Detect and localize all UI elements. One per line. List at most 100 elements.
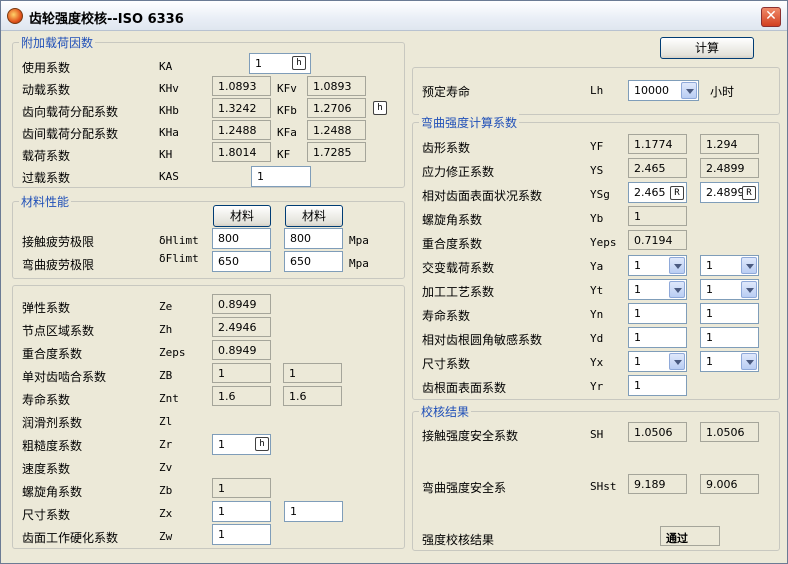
label: 加工工艺系数 <box>422 285 495 299</box>
label: 弹性系数 <box>22 301 71 315</box>
label: 交变载荷系数 <box>422 261 495 275</box>
label: 强度校核结果 <box>422 533 495 547</box>
alt-2-select[interactable]: 1 <box>700 255 759 276</box>
calculate-button[interactable]: 计算 <box>660 37 754 59</box>
label: 齿间载荷分配系数 <box>22 127 119 141</box>
value-field: 1.1774 <box>628 134 687 154</box>
bending-limit-2-input[interactable]: 650 <box>284 251 343 272</box>
overload-input[interactable]: 1 <box>251 166 311 187</box>
selected-value: 1 <box>706 259 713 272</box>
material-button-2[interactable]: 材料 <box>285 205 343 227</box>
selected-value: 10000 <box>634 84 669 97</box>
group-title: 材料性能 <box>19 193 72 210</box>
group-title: 弯曲强度计算系数 <box>419 114 520 131</box>
size-2-select[interactable]: 1 <box>700 351 759 372</box>
close-button[interactable]: ✕ <box>761 7 781 27</box>
root-input[interactable]: 1 <box>628 375 687 396</box>
symbol: YS <box>590 164 604 177</box>
symbol: Ze <box>159 300 173 313</box>
contact-limit-1-input[interactable]: 800 <box>212 228 271 249</box>
symbol: KHa <box>159 126 179 139</box>
selected-value: 1 <box>634 259 641 272</box>
symbol: KFv <box>277 82 297 95</box>
selected-value: 1 <box>706 355 713 368</box>
label: 速度系数 <box>22 462 71 476</box>
chevron-down-icon[interactable] <box>741 353 757 370</box>
size-1-select[interactable]: 1 <box>628 351 687 372</box>
size-2-input[interactable]: 1 <box>284 501 343 522</box>
label: 使用系数 <box>22 61 71 75</box>
life-2-input[interactable]: 1 <box>700 303 759 324</box>
chevron-down-icon[interactable] <box>741 257 757 274</box>
chevron-down-icon[interactable] <box>669 281 685 298</box>
value-field: 2.4946 <box>212 317 271 337</box>
reset-button[interactable]: R <box>670 186 684 200</box>
material-button-1[interactable]: 材料 <box>213 205 271 227</box>
life-select[interactable]: 10000 <box>628 80 699 101</box>
value-field: 1 <box>212 363 271 383</box>
group-title: 校核结果 <box>419 403 472 420</box>
value-field: 1 <box>212 478 271 498</box>
label: 润滑剂系数 <box>22 416 83 430</box>
label: 预定寿命 <box>422 85 471 99</box>
symbol: δHlimt <box>159 234 199 247</box>
label: 尺寸系数 <box>22 508 71 522</box>
unit: Mpa <box>349 257 369 270</box>
chevron-down-icon[interactable] <box>741 281 757 298</box>
value-field: 1.3242 <box>212 98 271 118</box>
life-1-input[interactable]: 1 <box>628 303 687 324</box>
reset-button[interactable]: R <box>742 186 756 200</box>
symbol: Yr <box>590 380 604 393</box>
value-field: 1.2488 <box>212 120 271 140</box>
symbol: KHv <box>159 82 179 95</box>
size-1-input[interactable]: 1 <box>212 501 271 522</box>
chevron-down-icon[interactable] <box>669 257 685 274</box>
symbol: Ya <box>590 260 604 273</box>
title-bar[interactable]: 齿轮强度校核--ISO 6336 ✕ <box>1 1 787 31</box>
notch-2-input[interactable]: 1 <box>700 327 759 348</box>
notch-1-input[interactable]: 1 <box>628 327 687 348</box>
value-field: 1 <box>628 206 687 226</box>
label: 齿面工作硬化系数 <box>22 531 119 545</box>
symbol: Zl <box>159 415 173 428</box>
value-field: 0.8949 <box>212 294 271 314</box>
help-button[interactable]: h <box>292 56 306 70</box>
proc-2-select[interactable]: 1 <box>700 279 759 300</box>
value-field: 1 <box>283 363 342 383</box>
selected-value: 1 <box>634 355 641 368</box>
symbol: Zx <box>159 507 173 520</box>
symbol: ZB <box>159 369 173 382</box>
symbol: Zb <box>159 484 173 497</box>
label: 齿形系数 <box>422 141 471 155</box>
chevron-down-icon[interactable] <box>681 82 697 99</box>
symbol: Yx <box>590 356 604 369</box>
label: 尺寸系数 <box>422 357 471 371</box>
value-field: 0.7194 <box>628 230 687 250</box>
proc-1-select[interactable]: 1 <box>628 279 687 300</box>
alt-1-select[interactable]: 1 <box>628 255 687 276</box>
value-field: 1.6 <box>212 386 271 406</box>
label: 齿向载荷分配系数 <box>22 105 119 119</box>
chevron-down-icon[interactable] <box>669 353 685 370</box>
symbol: KA <box>159 60 173 73</box>
label: 齿根面表面系数 <box>422 381 507 395</box>
label: 螺旋角系数 <box>22 485 83 499</box>
work-hardening-input[interactable]: 1 <box>212 524 271 545</box>
symbol: KH <box>159 148 173 161</box>
symbol: Zr <box>159 438 173 451</box>
symbol: δFlimt <box>159 252 199 265</box>
help-button[interactable]: h <box>373 101 387 115</box>
help-button[interactable]: h <box>255 437 269 451</box>
bending-limit-1-input[interactable]: 650 <box>212 251 271 272</box>
symbol: Zw <box>159 530 173 543</box>
symbol: Yeps <box>590 236 617 249</box>
symbol: KHb <box>159 104 179 117</box>
symbol: Yd <box>590 332 604 345</box>
label: 弯曲疲劳极限 <box>22 258 95 272</box>
value-field: 2.465 <box>628 158 687 178</box>
symbol: Yb <box>590 212 604 225</box>
symbol: Znt <box>159 392 179 405</box>
unit: Mpa <box>349 234 369 247</box>
contact-limit-2-input[interactable]: 800 <box>284 228 343 249</box>
label: 过载系数 <box>22 171 71 185</box>
